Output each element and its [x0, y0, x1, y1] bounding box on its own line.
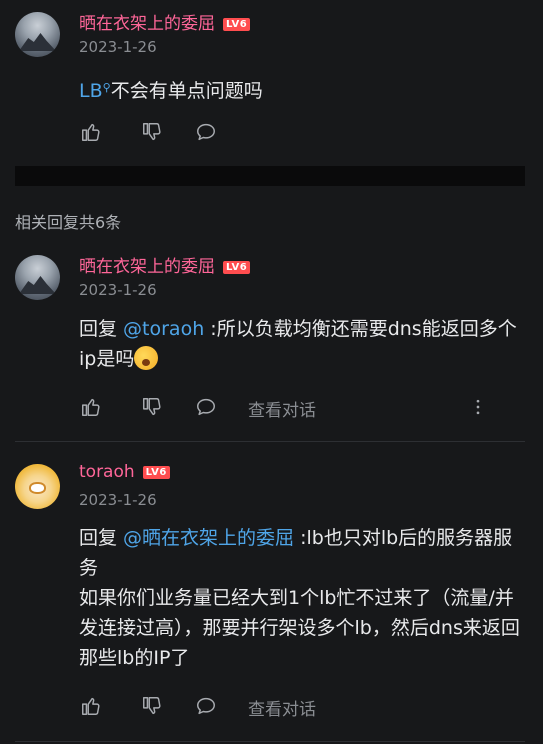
thumbs-up-icon	[82, 123, 100, 141]
reply-button[interactable]	[194, 395, 218, 419]
section-divider	[15, 166, 525, 186]
comment-thread: 晒在衣架上的委屈 LV6 2023-1-26 LB⚲不会有单点问题吗 相关回复共6…	[0, 0, 543, 744]
comment-date: 2023-1-26	[79, 38, 157, 56]
comment-text: 回复 @晒在衣架上的委屈 :lb也只对lb后的服务器服务 如果你们业务量已经大到1…	[79, 527, 520, 669]
like-button[interactable]	[79, 395, 103, 419]
reply-divider	[15, 441, 525, 442]
comment-actions: 查看对话	[79, 395, 379, 421]
comment-text: LB⚲不会有单点问题吗	[79, 80, 263, 102]
replies-count: 相关回复共6条	[15, 213, 122, 232]
dislike-button[interactable]	[140, 120, 164, 144]
reply-divider	[15, 741, 525, 742]
username[interactable]: 晒在衣架上的委屈 LV6	[79, 252, 251, 277]
thumbs-up-icon	[82, 697, 100, 715]
thumbs-down-icon	[143, 398, 161, 416]
search-icon: ⚲	[102, 81, 111, 94]
view-conversation-link[interactable]: 查看对话	[248, 396, 316, 421]
level-badge: LV6	[223, 18, 251, 31]
dislike-button[interactable]	[140, 694, 164, 718]
like-button[interactable]	[79, 694, 103, 718]
dislike-button[interactable]	[140, 395, 164, 419]
username-text[interactable]: 晒在衣架上的委屈	[79, 257, 215, 277]
username[interactable]: 晒在衣架上的委屈 LV6	[79, 9, 251, 34]
comment-date: 2023-1-26	[79, 491, 157, 509]
scared-emoji-icon	[134, 346, 159, 370]
username-text[interactable]: 晒在衣架上的委屈	[79, 14, 215, 34]
thumbs-up-icon	[82, 398, 100, 416]
avatar[interactable]	[15, 464, 60, 509]
keyword-link[interactable]: LB⚲	[79, 80, 111, 102]
avatar[interactable]	[15, 255, 60, 300]
comment-actions: 查看对话	[79, 694, 379, 720]
comment-actions	[79, 120, 239, 144]
more-vertical-icon	[476, 399, 480, 415]
more-options-button[interactable]	[466, 395, 490, 419]
avatar[interactable]	[15, 12, 60, 57]
comment-icon	[197, 398, 215, 416]
username-text[interactable]: toraoh	[79, 462, 135, 482]
comment-text: 回复 @toraoh :所以负载均衡还需要dns能返回多个ip是吗	[79, 318, 517, 370]
comment-icon	[197, 123, 215, 141]
thumbs-down-icon	[143, 697, 161, 715]
like-button[interactable]	[79, 120, 103, 144]
comment-date: 2023-1-26	[79, 281, 157, 299]
comment-icon	[197, 697, 215, 715]
reply-button[interactable]	[194, 120, 218, 144]
view-conversation-link[interactable]: 查看对话	[248, 695, 316, 720]
level-badge: LV6	[142, 466, 170, 479]
thumbs-down-icon	[143, 123, 161, 141]
mention-link[interactable]: @晒在衣架上的委屈	[123, 527, 294, 549]
username[interactable]: toraoh LV6	[79, 462, 170, 482]
level-badge: LV6	[223, 261, 251, 274]
reply-button[interactable]	[194, 694, 218, 718]
mention-link[interactable]: @toraoh	[123, 318, 204, 340]
